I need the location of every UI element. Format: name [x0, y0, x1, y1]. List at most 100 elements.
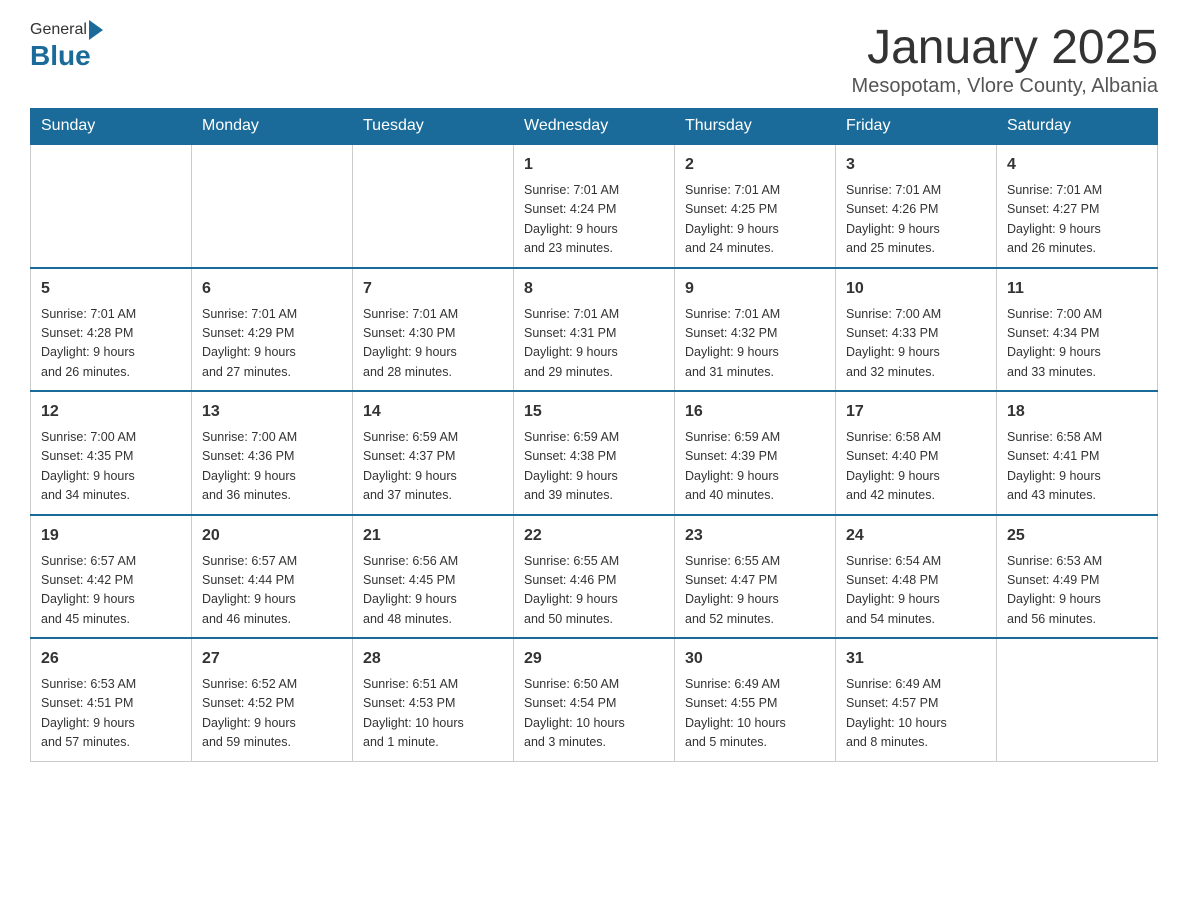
- day-info: Sunrise: 6:53 AM Sunset: 4:51 PM Dayligh…: [41, 675, 181, 753]
- calendar-cell: 20 Sunrise: 6:57 AM Sunset: 4:44 PM Dayli…: [192, 515, 353, 639]
- calendar-cell: [192, 144, 353, 268]
- day-number: 18: [1007, 400, 1147, 424]
- day-number: 31: [846, 647, 986, 671]
- calendar-cell: 30 Sunrise: 6:49 AM Sunset: 4:55 PM Dayli…: [675, 638, 836, 761]
- day-number: 2: [685, 153, 825, 177]
- day-header-monday: Monday: [192, 109, 353, 145]
- day-number: 11: [1007, 277, 1147, 301]
- day-header-saturday: Saturday: [997, 109, 1158, 145]
- day-info: Sunrise: 6:50 AM Sunset: 4:54 PM Dayligh…: [524, 675, 664, 753]
- calendar-cell: 29Sunrise: 6:50 AM Sunset: 4:54 PM Dayli…: [514, 638, 675, 761]
- day-header-wednesday: Wednesday: [514, 109, 675, 145]
- day-info: Sunrise: 6:49 AM Sunset: 4:57 PM Dayligh…: [846, 675, 986, 753]
- calendar-week-4: 19Sunrise: 6:57 AM Sunset: 4:42 PM Dayli…: [31, 515, 1158, 639]
- day-number: 10: [846, 277, 986, 301]
- calendar-cell: 10Sunrise: 7:00 AM Sunset: 4:33 PM Dayli…: [836, 268, 997, 392]
- calendar-cell: 4 Sunrise: 7:01 AM Sunset: 4:27 PM Daylig…: [997, 144, 1158, 268]
- calendar-cell: [31, 144, 192, 268]
- day-header-thursday: Thursday: [675, 109, 836, 145]
- day-number: 24: [846, 524, 986, 548]
- calendar-cell: 5 Sunrise: 7:01 AM Sunset: 4:28 PM Daylig…: [31, 268, 192, 392]
- day-number: 17: [846, 400, 986, 424]
- day-info: Sunrise: 7:00 AM Sunset: 4:35 PM Dayligh…: [41, 428, 181, 506]
- calendar-header: SundayMondayTuesdayWednesdayThursdayFrid…: [31, 109, 1158, 145]
- calendar-cell: 7 Sunrise: 7:01 AM Sunset: 4:30 PM Daylig…: [353, 268, 514, 392]
- calendar-week-2: 5 Sunrise: 7:01 AM Sunset: 4:28 PM Daylig…: [31, 268, 1158, 392]
- day-info: Sunrise: 7:01 AM Sunset: 4:31 PM Dayligh…: [524, 305, 664, 383]
- day-info: Sunrise: 7:01 AM Sunset: 4:28 PM Dayligh…: [41, 305, 181, 383]
- day-info: Sunrise: 7:00 AM Sunset: 4:36 PM Dayligh…: [202, 428, 342, 506]
- logo-general-text: General: [30, 21, 87, 39]
- day-info: Sunrise: 7:00 AM Sunset: 4:34 PM Dayligh…: [1007, 305, 1147, 383]
- day-number: 22: [524, 524, 664, 548]
- day-number: 16: [685, 400, 825, 424]
- day-number: 6: [202, 277, 342, 301]
- calendar-cell: 15Sunrise: 6:59 AM Sunset: 4:38 PM Dayli…: [514, 391, 675, 515]
- day-number: 26: [41, 647, 181, 671]
- day-header-tuesday: Tuesday: [353, 109, 514, 145]
- calendar-cell: 24 Sunrise: 6:54 AM Sunset: 4:48 PM Dayli…: [836, 515, 997, 639]
- day-number: 21: [363, 524, 503, 548]
- logo: GeneralBlue: [30, 20, 105, 72]
- day-number: 25: [1007, 524, 1147, 548]
- day-header-friday: Friday: [836, 109, 997, 145]
- calendar-cell: 13 Sunrise: 7:00 AM Sunset: 4:36 PM Dayli…: [192, 391, 353, 515]
- calendar-cell: 21Sunrise: 6:56 AM Sunset: 4:45 PM Dayli…: [353, 515, 514, 639]
- calendar-cell: 22 Sunrise: 6:55 AM Sunset: 4:46 PM Dayli…: [514, 515, 675, 639]
- calendar-cell: 28Sunrise: 6:51 AM Sunset: 4:53 PM Dayli…: [353, 638, 514, 761]
- calendar-table: SundayMondayTuesdayWednesdayThursdayFrid…: [30, 108, 1158, 762]
- day-number: 4: [1007, 153, 1147, 177]
- calendar-cell: 8Sunrise: 7:01 AM Sunset: 4:31 PM Daylig…: [514, 268, 675, 392]
- calendar-week-5: 26 Sunrise: 6:53 AM Sunset: 4:51 PM Dayli…: [31, 638, 1158, 761]
- calendar-cell: 25Sunrise: 6:53 AM Sunset: 4:49 PM Dayli…: [997, 515, 1158, 639]
- day-info: Sunrise: 6:57 AM Sunset: 4:42 PM Dayligh…: [41, 552, 181, 630]
- calendar-cell: 19Sunrise: 6:57 AM Sunset: 4:42 PM Dayli…: [31, 515, 192, 639]
- calendar-cell: 17 Sunrise: 6:58 AM Sunset: 4:40 PM Dayli…: [836, 391, 997, 515]
- calendar-cell: 6Sunrise: 7:01 AM Sunset: 4:29 PM Daylig…: [192, 268, 353, 392]
- calendar-cell: 31 Sunrise: 6:49 AM Sunset: 4:57 PM Dayli…: [836, 638, 997, 761]
- day-number: 7: [363, 277, 503, 301]
- calendar-cell: 11 Sunrise: 7:00 AM Sunset: 4:34 PM Dayli…: [997, 268, 1158, 392]
- day-info: Sunrise: 6:58 AM Sunset: 4:41 PM Dayligh…: [1007, 428, 1147, 506]
- calendar-cell: 9Sunrise: 7:01 AM Sunset: 4:32 PM Daylig…: [675, 268, 836, 392]
- day-info: Sunrise: 6:57 AM Sunset: 4:44 PM Dayligh…: [202, 552, 342, 630]
- calendar-cell: 1 Sunrise: 7:01 AM Sunset: 4:24 PM Daylig…: [514, 144, 675, 268]
- day-info: Sunrise: 7:01 AM Sunset: 4:30 PM Dayligh…: [363, 305, 503, 383]
- day-info: Sunrise: 7:01 AM Sunset: 4:27 PM Dayligh…: [1007, 181, 1147, 259]
- day-header-sunday: Sunday: [31, 109, 192, 145]
- day-info: Sunrise: 6:55 AM Sunset: 4:46 PM Dayligh…: [524, 552, 664, 630]
- day-number: 1: [524, 153, 664, 177]
- day-info: Sunrise: 6:58 AM Sunset: 4:40 PM Dayligh…: [846, 428, 986, 506]
- day-number: 20: [202, 524, 342, 548]
- calendar-cell: 18 Sunrise: 6:58 AM Sunset: 4:41 PM Dayli…: [997, 391, 1158, 515]
- day-info: Sunrise: 6:54 AM Sunset: 4:48 PM Dayligh…: [846, 552, 986, 630]
- day-number: 3: [846, 153, 986, 177]
- day-number: 14: [363, 400, 503, 424]
- day-info: Sunrise: 6:55 AM Sunset: 4:47 PM Dayligh…: [685, 552, 825, 630]
- day-info: Sunrise: 7:01 AM Sunset: 4:24 PM Dayligh…: [524, 181, 664, 259]
- location-title: Mesopotam, Vlore County, Albania: [852, 75, 1158, 98]
- calendar-week-3: 12 Sunrise: 7:00 AM Sunset: 4:35 PM Dayli…: [31, 391, 1158, 515]
- calendar-cell: 14Sunrise: 6:59 AM Sunset: 4:37 PM Dayli…: [353, 391, 514, 515]
- day-number: 13: [202, 400, 342, 424]
- day-number: 5: [41, 277, 181, 301]
- calendar-cell: 16 Sunrise: 6:59 AM Sunset: 4:39 PM Dayli…: [675, 391, 836, 515]
- logo-arrow-icon: [89, 20, 103, 40]
- month-title: January 2025: [852, 20, 1158, 75]
- day-number: 30: [685, 647, 825, 671]
- calendar-week-1: 1 Sunrise: 7:01 AM Sunset: 4:24 PM Daylig…: [31, 144, 1158, 268]
- calendar-cell: 27Sunrise: 6:52 AM Sunset: 4:52 PM Dayli…: [192, 638, 353, 761]
- day-info: Sunrise: 6:59 AM Sunset: 4:39 PM Dayligh…: [685, 428, 825, 506]
- calendar-cell: [997, 638, 1158, 761]
- title-section: January 2025 Mesopotam, Vlore County, Al…: [852, 20, 1158, 98]
- calendar-cell: 2 Sunrise: 7:01 AM Sunset: 4:25 PM Daylig…: [675, 144, 836, 268]
- day-number: 9: [685, 277, 825, 301]
- day-info: Sunrise: 7:01 AM Sunset: 4:25 PM Dayligh…: [685, 181, 825, 259]
- calendar-cell: 26 Sunrise: 6:53 AM Sunset: 4:51 PM Dayli…: [31, 638, 192, 761]
- day-number: 27: [202, 647, 342, 671]
- calendar-cell: [353, 144, 514, 268]
- day-number: 28: [363, 647, 503, 671]
- day-number: 12: [41, 400, 181, 424]
- day-info: Sunrise: 6:49 AM Sunset: 4:55 PM Dayligh…: [685, 675, 825, 753]
- calendar-body: 1 Sunrise: 7:01 AM Sunset: 4:24 PM Daylig…: [31, 144, 1158, 761]
